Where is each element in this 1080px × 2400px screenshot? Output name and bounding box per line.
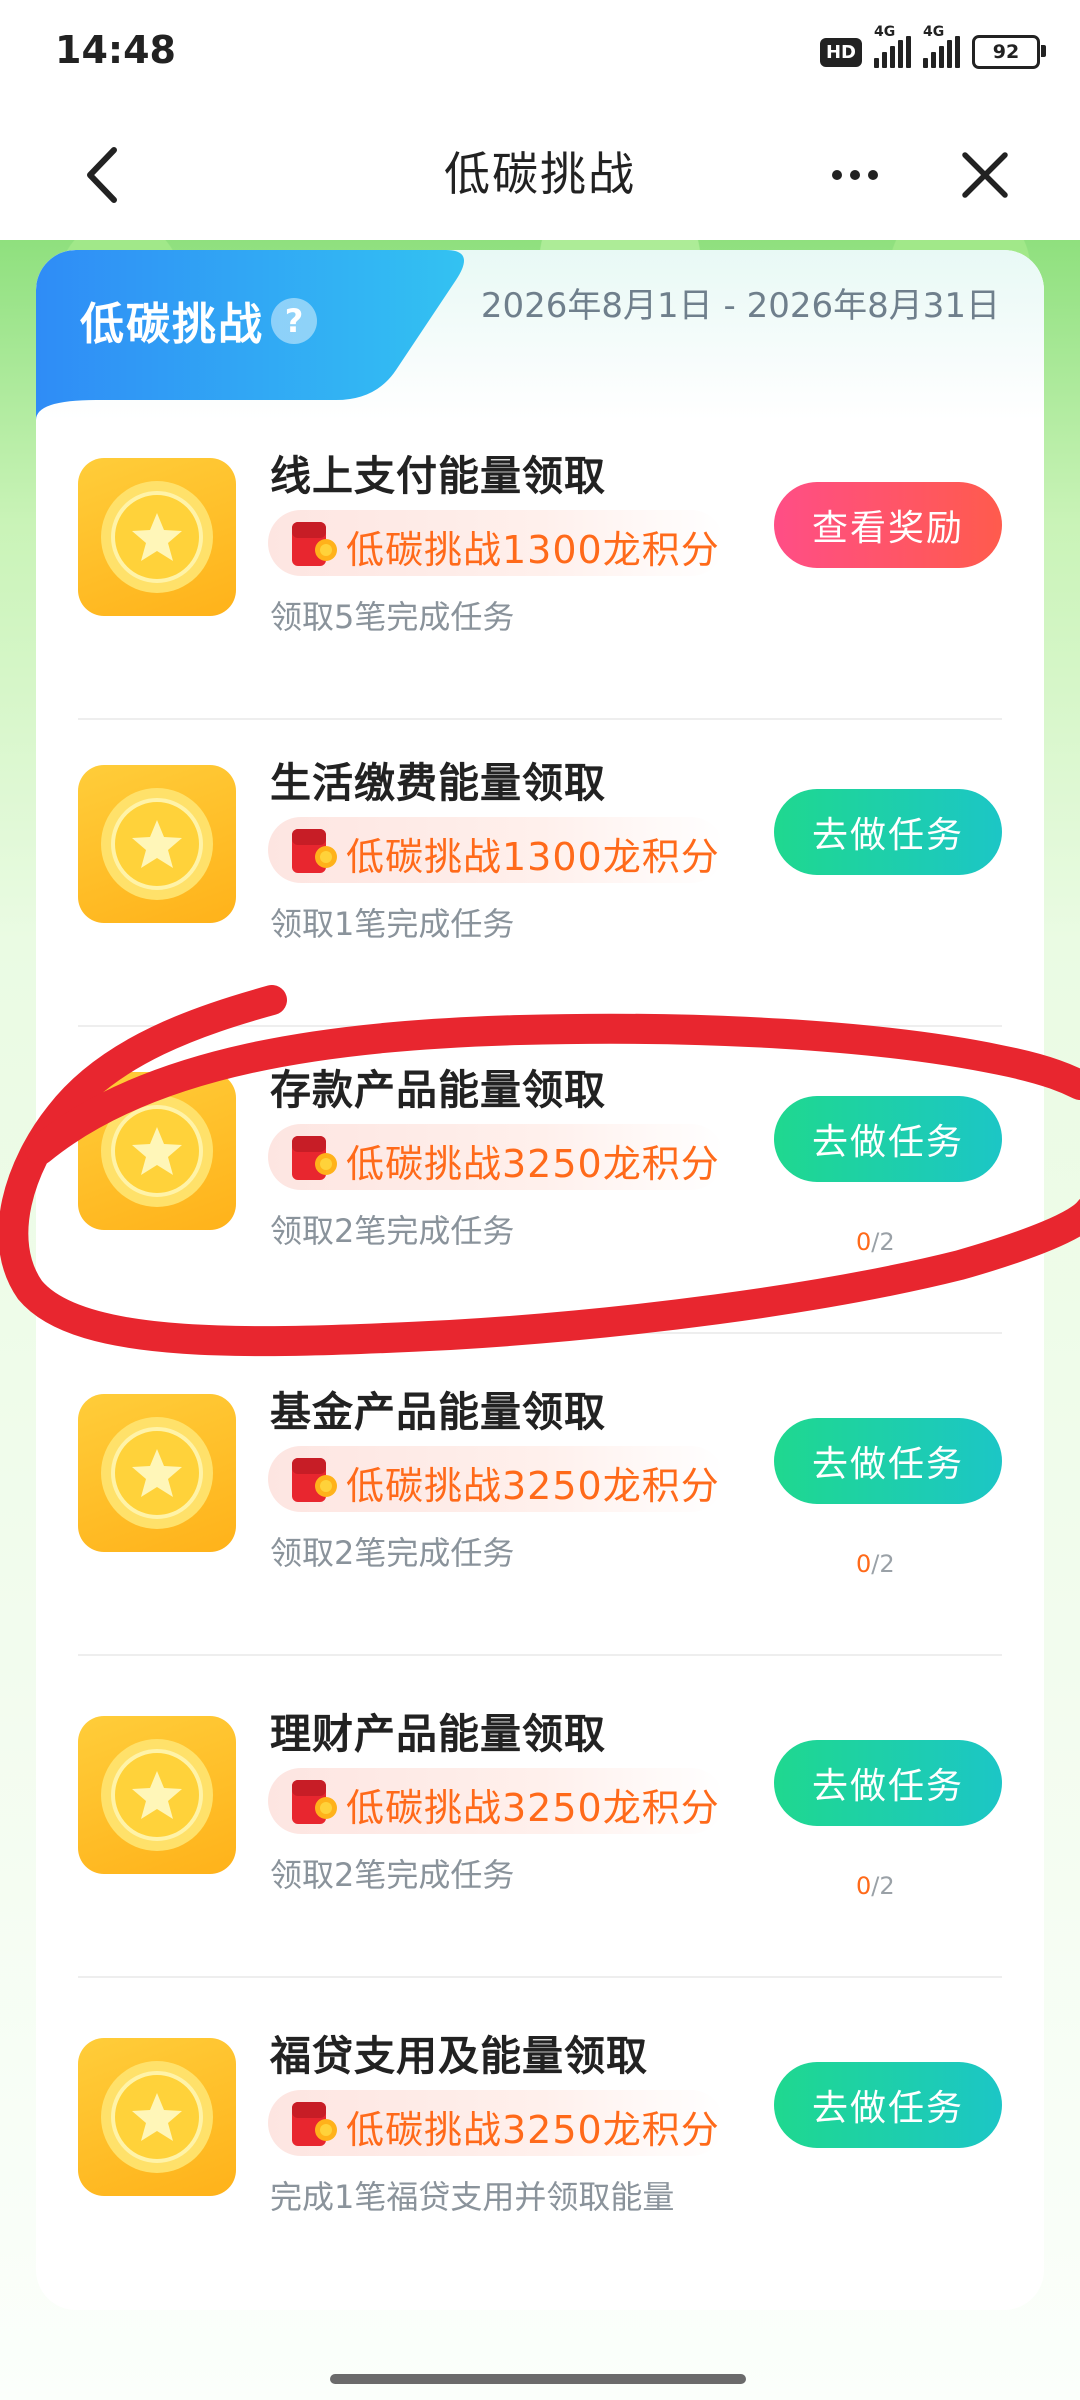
task-title: 线上支付能量领取	[270, 452, 606, 500]
task-title: 生活缴费能量领取	[270, 759, 606, 807]
coin-icon	[78, 1072, 236, 1230]
reward-tag: 低碳挑战3250龙积分	[268, 1768, 724, 1834]
red-envelope-icon	[292, 522, 337, 566]
task-item: 基金产品能量领取 低碳挑战3250龙积分 领取2笔完成任务 去做任务 0/2	[36, 1356, 1044, 1656]
signal-icon: 4G	[874, 24, 911, 68]
card-header: 低碳挑战 ? 2026年8月1日 - 2026年8月31日	[36, 250, 1044, 420]
home-indicator[interactable]	[330, 2374, 746, 2384]
battery-level: 92	[992, 41, 1020, 63]
task-description: 领取2笔完成任务	[270, 1212, 515, 1250]
red-envelope-icon	[292, 2102, 337, 2146]
task-title: 理财产品能量领取	[270, 1710, 606, 1758]
reward-tag: 低碳挑战3250龙积分	[268, 2090, 724, 2156]
task-title: 基金产品能量领取	[270, 1388, 606, 1436]
reward-text: 低碳挑战1300龙积分	[346, 528, 720, 572]
coin-icon	[78, 765, 236, 923]
task-progress: 0/2	[856, 1550, 895, 1578]
page-title: 低碳挑战	[444, 147, 636, 201]
divider	[78, 718, 1002, 720]
do-task-button[interactable]: 去做任务	[774, 2062, 1002, 2148]
red-envelope-icon	[292, 1780, 337, 1824]
progress-total: /2	[871, 1228, 895, 1256]
task-description: 领取1笔完成任务	[270, 905, 515, 943]
progress-done: 0	[856, 1872, 872, 1900]
coin-icon	[78, 2038, 236, 2196]
task-item: 福贷支用及能量领取 低碳挑战3250龙积分 完成1笔福贷支用并领取能量 去做任务	[36, 2000, 1044, 2300]
do-task-button[interactable]: 去做任务	[774, 1740, 1002, 1826]
do-task-button[interactable]: 去做任务	[774, 1096, 1002, 1182]
task-description: 完成1笔福贷支用并领取能量	[270, 2178, 675, 2216]
red-envelope-icon	[292, 1458, 337, 1502]
task-progress: 0/2	[856, 1228, 895, 1256]
divider	[78, 1976, 1002, 1978]
reward-text: 低碳挑战3250龙积分	[346, 1786, 720, 1830]
progress-done: 0	[856, 1550, 872, 1578]
task-item: 线上支付能量领取 低碳挑战1300龙积分 领取5笔完成任务 查看奖励	[36, 420, 1044, 720]
reward-tag: 低碳挑战3250龙积分	[268, 1124, 724, 1190]
task-item: 生活缴费能量领取 低碳挑战1300龙积分 领取1笔完成任务 去做任务	[36, 727, 1044, 1027]
coin-icon	[78, 458, 236, 616]
red-envelope-icon	[292, 1136, 337, 1180]
reward-text: 低碳挑战3250龙积分	[346, 2108, 720, 2152]
task-item: 理财产品能量领取 低碳挑战3250龙积分 领取2笔完成任务 去做任务 0/2	[36, 1678, 1044, 1978]
hd-badge: HD	[819, 37, 862, 67]
task-description: 领取2笔完成任务	[270, 1856, 515, 1894]
reward-text: 低碳挑战1300龙积分	[346, 835, 720, 879]
red-envelope-icon	[292, 829, 337, 873]
more-horizontal-icon[interactable]	[825, 150, 885, 200]
close-icon[interactable]	[955, 145, 1015, 205]
reward-text: 低碳挑战3250龙积分	[346, 1142, 720, 1186]
network-label: 4G	[874, 24, 896, 40]
signal-icon: 4G	[923, 24, 960, 68]
battery-icon: 92	[972, 35, 1046, 69]
coin-icon	[78, 1716, 236, 1874]
divider	[78, 1025, 1002, 1027]
task-title: 福贷支用及能量领取	[270, 2032, 648, 2080]
progress-done: 0	[856, 1228, 872, 1256]
challenge-card: 低碳挑战 ? 2026年8月1日 - 2026年8月31日 线上支付能量领取 低…	[36, 250, 1044, 2310]
reward-tag: 低碳挑战1300龙积分	[268, 510, 724, 576]
reward-text: 低碳挑战3250龙积分	[346, 1464, 720, 1508]
date-range: 2026年8月1日 - 2026年8月31日	[480, 286, 1000, 326]
divider	[78, 1332, 1002, 1334]
task-description: 领取5笔完成任务	[270, 598, 515, 636]
progress-total: /2	[871, 1872, 895, 1900]
nav-bar: 低碳挑战	[0, 110, 1080, 240]
status-time: 14:48	[55, 28, 176, 72]
divider	[78, 1654, 1002, 1656]
task-item: 存款产品能量领取 低碳挑战3250龙积分 领取2笔完成任务 去做任务 0/2	[36, 1034, 1044, 1334]
coin-icon	[78, 1394, 236, 1552]
task-description: 领取2笔完成任务	[270, 1534, 515, 1572]
status-icons: HD 4G 4G 92	[819, 24, 1046, 72]
help-icon[interactable]: ?	[271, 298, 317, 344]
reward-tag: 低碳挑战3250龙积分	[268, 1446, 724, 1512]
do-task-button[interactable]: 去做任务	[774, 1418, 1002, 1504]
status-bar: 14:48 HD 4G 4G 92	[0, 0, 1080, 110]
do-task-button[interactable]: 去做任务	[774, 789, 1002, 875]
task-progress: 0/2	[856, 1872, 895, 1900]
task-title: 存款产品能量领取	[270, 1066, 606, 1114]
progress-total: /2	[871, 1550, 895, 1578]
network-label: 4G	[923, 24, 945, 40]
challenge-tab-label: 低碳挑战	[80, 299, 264, 350]
reward-tag: 低碳挑战1300龙积分	[268, 817, 724, 883]
view-reward-button[interactable]: 查看奖励	[774, 482, 1002, 568]
